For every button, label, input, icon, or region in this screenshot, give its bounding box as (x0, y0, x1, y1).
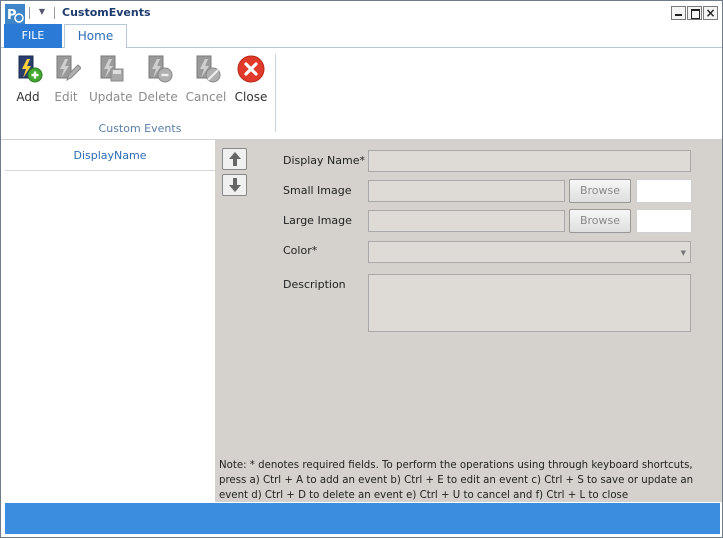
ribbon-group-label: Custom Events (98, 122, 182, 135)
minimize-button[interactable] (671, 6, 686, 20)
add-button[interactable]: Add (7, 54, 49, 108)
update-button-label: Update (89, 90, 133, 104)
quick-access-dropdown-icon[interactable]: ▼ (37, 5, 47, 19)
small-image-browse-button[interactable]: Browse (569, 179, 631, 203)
close-button[interactable]: Close (230, 54, 272, 108)
display-name-label: Display Name* (283, 154, 365, 167)
ribbon-group-separator (275, 54, 276, 132)
delete-button-label: Delete (138, 90, 178, 104)
large-image-preview (636, 209, 692, 233)
description-label: Description (283, 278, 346, 291)
edit-event-icon (56, 55, 81, 82)
window-title: CustomEvents (62, 6, 151, 19)
close-window-button[interactable]: × (703, 6, 718, 20)
arrow-down-icon (228, 178, 241, 192)
update-button[interactable]: Update (89, 54, 133, 108)
color-select[interactable]: ▼ (368, 241, 691, 263)
quick-access-separator (29, 7, 30, 19)
arrow-up-icon (228, 152, 241, 166)
tab-file[interactable]: FILE (4, 24, 62, 48)
chevron-down-icon: ▼ (680, 249, 686, 257)
column-header-displayname[interactable]: DisplayName (5, 140, 215, 171)
large-image-browse-button[interactable]: Browse (569, 209, 631, 233)
maximize-button[interactable] (687, 6, 702, 20)
tab-home[interactable]: Home (64, 24, 127, 49)
event-form: Display Name* Small Image Browse Large I… (215, 140, 722, 502)
events-list[interactable]: DisplayName (5, 140, 215, 502)
custom-events-window: P ▼ CustomEvents × FILE Home Add Edit Up… (0, 0, 723, 538)
description-textarea[interactable] (368, 274, 691, 332)
large-image-label: Large Image (283, 214, 352, 227)
edit-button[interactable]: Edit (45, 54, 87, 108)
status-bar (5, 503, 720, 534)
cancel-event-icon (196, 55, 221, 83)
move-down-button[interactable] (222, 174, 247, 196)
close-icon (237, 55, 265, 83)
shortcut-note: Note: * denotes required fields. To perf… (219, 460, 694, 501)
display-name-input[interactable] (368, 150, 691, 172)
cancel-button-label: Cancel (185, 90, 227, 104)
ribbon-tabs: FILE Home (1, 24, 722, 49)
app-logo-icon[interactable]: P (5, 4, 25, 24)
ribbon-panel: Add Edit Update Delete Cancel Close Cust… (1, 48, 722, 140)
update-event-icon (100, 55, 124, 82)
small-image-label: Small Image (283, 184, 352, 197)
add-button-label: Add (16, 90, 40, 104)
add-event-icon (18, 55, 43, 83)
quick-access-separator (54, 7, 55, 19)
move-up-button[interactable] (222, 148, 247, 170)
edit-button-label: Edit (54, 90, 78, 104)
small-image-input[interactable] (368, 180, 565, 202)
large-image-input[interactable] (368, 210, 565, 232)
delete-event-icon (148, 55, 173, 83)
color-label: Color* (283, 244, 318, 257)
small-image-preview (636, 179, 692, 203)
cancel-button[interactable]: Cancel (185, 54, 227, 108)
close-button-label: Close (234, 90, 268, 104)
window-controls: × (671, 6, 718, 20)
title-bar: P ▼ CustomEvents × (1, 1, 722, 25)
delete-button[interactable]: Delete (137, 54, 179, 108)
